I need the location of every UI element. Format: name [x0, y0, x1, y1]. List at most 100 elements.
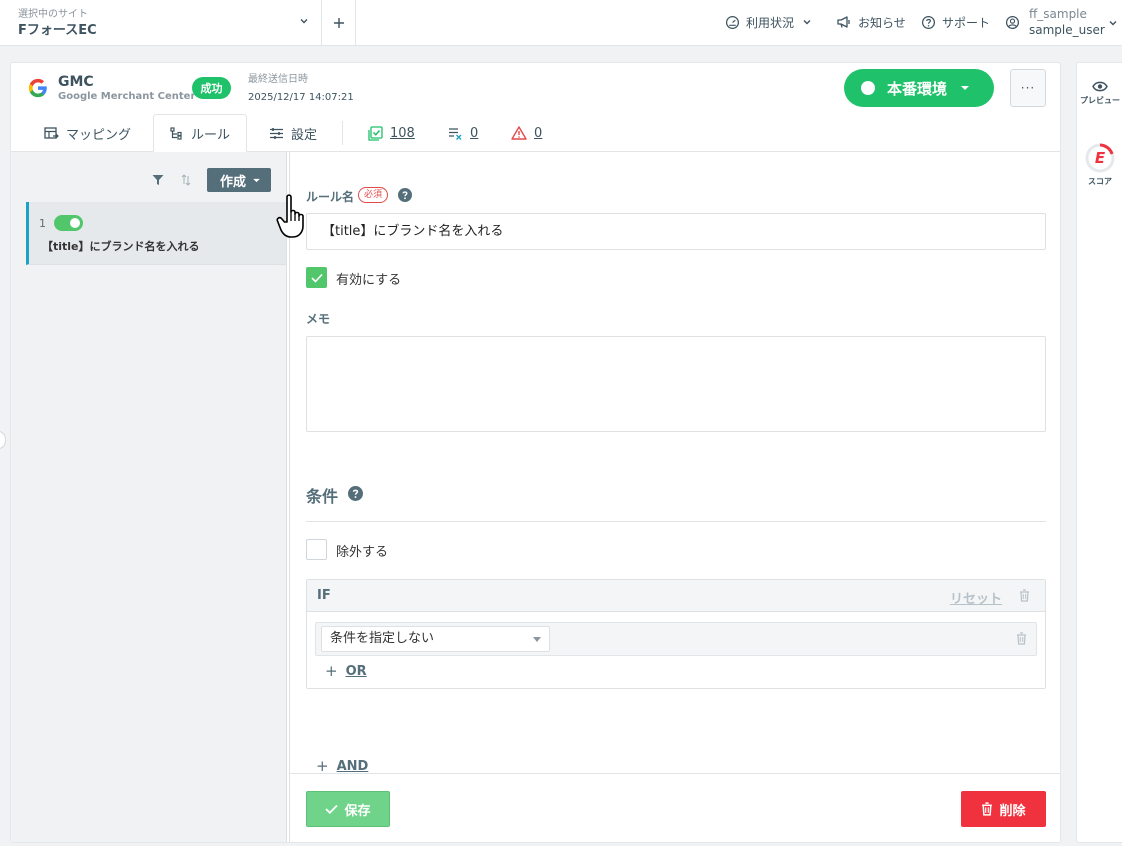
chevron-down-icon: [299, 16, 309, 26]
site-name: FフォースEC: [18, 23, 97, 38]
save-button[interactable]: 保存: [306, 791, 390, 827]
user-org: ff_sample: [1029, 7, 1087, 21]
sort-icon[interactable]: [181, 174, 191, 186]
chevron-down-icon: [802, 17, 818, 27]
memo-label: メモ: [306, 312, 331, 326]
enable-checkbox[interactable]: [306, 267, 327, 288]
check-doc-icon: [368, 125, 390, 141]
if-header: IF リセット: [307, 580, 1045, 612]
hand-pointer-icon: [276, 194, 310, 240]
valid-count-link[interactable]: 108: [368, 114, 415, 152]
create-rule-button[interactable]: 作成: [207, 168, 271, 192]
warning-count-link[interactable]: 0: [511, 114, 542, 152]
delete-button[interactable]: 削除: [961, 791, 1046, 827]
site-selector-label: 選択中のサイト: [18, 9, 88, 20]
preview-label: プレビュー: [1080, 96, 1120, 105]
if-condition-group: IF リセット 条件を指定しない + OR: [306, 579, 1046, 689]
user-name: sample_user: [1029, 23, 1105, 37]
caret-down-icon: [253, 178, 260, 183]
tab-separator: [342, 121, 343, 145]
add-site-button[interactable]: [322, 0, 356, 45]
tab-rules[interactable]: ルール: [153, 114, 248, 152]
plus-icon: [333, 17, 345, 29]
check-icon: [325, 804, 344, 814]
rule-name: 【title】にブランド名を入れる: [42, 240, 200, 253]
delete-label: 削除: [999, 803, 1026, 819]
create-rule-label: 作成: [220, 174, 247, 190]
trash-icon[interactable]: [1016, 632, 1027, 645]
valid-count: 108: [390, 125, 415, 141]
warning-triangle-icon: [511, 126, 534, 140]
warning-count: 0: [534, 125, 543, 141]
condition-select-value: 条件を指定しない: [330, 631, 435, 646]
help-icon[interactable]: [348, 486, 363, 501]
last-sent-label: 最終送信日時: [248, 74, 308, 85]
enable-label: 有効にする: [336, 273, 402, 288]
tab-mapping-label: マッピング: [66, 127, 132, 143]
usage-label: 利用状況: [746, 15, 795, 30]
channel-subtitle: Google Merchant Center: [58, 91, 196, 102]
mapping-icon: [44, 126, 66, 140]
score-gauge-icon: E: [1085, 143, 1115, 173]
rules-icon: [170, 126, 191, 140]
more-button[interactable]: ···: [1010, 69, 1046, 107]
help-icon[interactable]: [398, 188, 412, 202]
google-logo-icon: [27, 77, 49, 99]
save-label: 保存: [344, 803, 371, 819]
trash-icon: [981, 802, 999, 816]
rule-list-item[interactable]: 1 【title】にブランド名を入れる: [26, 202, 286, 265]
trash-icon[interactable]: [1019, 589, 1030, 602]
if-label: IF: [317, 588, 331, 603]
status-badge: 成功: [192, 77, 231, 99]
or-label: OR: [345, 663, 367, 679]
megaphone-icon: [836, 15, 858, 29]
memo-textarea[interactable]: [306, 336, 1046, 432]
condition-select[interactable]: 条件を指定しない: [321, 626, 550, 652]
preview-button[interactable]: プレビュー: [1077, 81, 1122, 106]
usage-menu[interactable]: 利用状況: [725, 12, 818, 32]
exclude-checkbox[interactable]: [306, 539, 327, 560]
eye-icon: [1092, 81, 1108, 92]
site-selector[interactable]: 選択中のサイト FフォースEC: [0, 0, 322, 45]
question-circle-icon: [921, 15, 942, 30]
last-sent-time: 2025/12/17 14:07:21: [248, 92, 354, 103]
side-panel: プレビュー E スコア: [1076, 62, 1122, 843]
status-dot-icon: [861, 81, 875, 95]
score-letter: E: [1094, 149, 1106, 167]
environment-button[interactable]: 本番環境: [844, 69, 994, 107]
news-link[interactable]: お知らせ: [836, 12, 906, 32]
plus-icon: +: [325, 662, 338, 680]
chevron-down-icon: [1108, 18, 1118, 28]
excluded-count-link[interactable]: 0: [448, 114, 478, 152]
score-button[interactable]: E スコア: [1077, 143, 1122, 187]
channel-card: GMC Google Merchant Center 成功 最終送信日時 202…: [10, 62, 1061, 843]
sliders-icon: [269, 127, 291, 140]
tab-settings-label: 設定: [291, 127, 318, 143]
rule-enabled-toggle[interactable]: [54, 215, 83, 231]
user-menu[interactable]: ff_sample sample_user: [1005, 7, 1122, 39]
channel-title: GMC: [58, 74, 94, 90]
excluded-count: 0: [470, 125, 479, 141]
support-link[interactable]: サポート: [921, 12, 990, 32]
reset-link[interactable]: リセット: [950, 588, 1002, 607]
tab-settings[interactable]: 設定: [269, 114, 317, 152]
form-footer: 保存 削除: [290, 773, 1060, 842]
required-badge: 必須: [358, 187, 389, 203]
user-circle-icon: [1005, 15, 1020, 30]
gauge-icon: [725, 15, 746, 30]
add-or-link[interactable]: + OR: [325, 662, 367, 680]
rule-name-input[interactable]: 【title】にブランド名を入れる: [306, 213, 1046, 250]
conditions-title: 条件: [306, 487, 339, 506]
support-label: サポート: [942, 15, 991, 30]
caret-down-icon: [533, 637, 541, 642]
add-and-link[interactable]: + AND: [316, 757, 368, 773]
filter-icon[interactable]: [152, 174, 164, 186]
plus-icon: +: [316, 757, 329, 773]
sidebar-collapse-handle[interactable]: [0, 431, 6, 449]
rule-name-label: ルール名: [306, 190, 355, 204]
condition-row: 条件を指定しない: [315, 622, 1037, 656]
environment-label: 本番環境: [887, 79, 948, 98]
tab-rules-label: ルール: [191, 127, 231, 143]
rule-form: ルール名 必須 【title】にブランド名を入れる 有効にする メモ 条件 除外…: [290, 152, 1060, 773]
tab-mapping[interactable]: マッピング: [44, 114, 131, 152]
